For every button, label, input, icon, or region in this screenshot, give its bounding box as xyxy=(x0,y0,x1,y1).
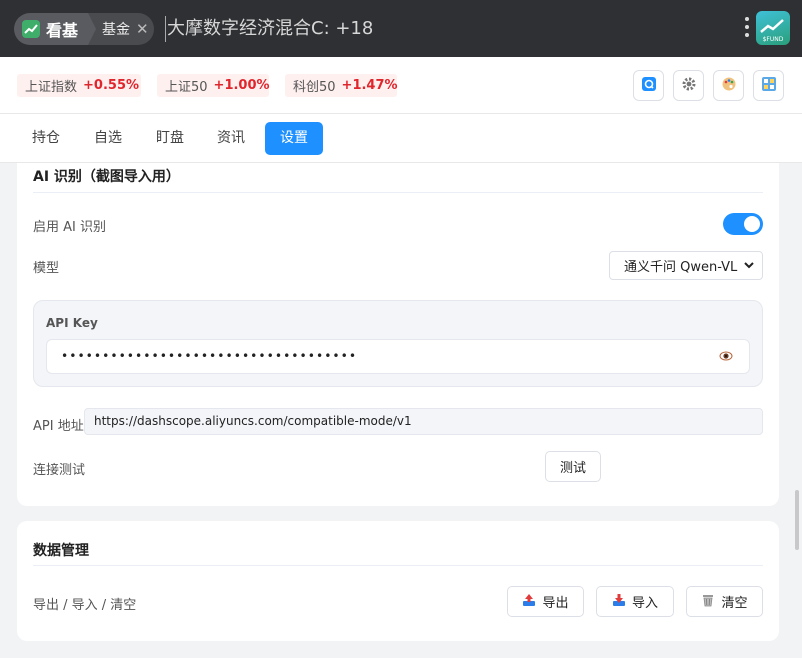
app-tab-label: 看基 xyxy=(46,21,79,40)
tab-settings[interactable]: 设置 xyxy=(265,122,323,155)
more-icon[interactable] xyxy=(744,17,750,37)
chart-icon xyxy=(22,20,40,38)
window-title: 大摩数字经济混合C: +18 xyxy=(165,16,373,42)
model-label: 模型 xyxy=(33,261,60,276)
test-label: 连接测试 xyxy=(33,463,86,478)
tab-holdings[interactable]: 持仓 xyxy=(20,122,72,155)
sub-tab[interactable]: 基金 ✕ xyxy=(88,19,149,39)
index-change: +1.47% xyxy=(341,78,398,93)
refresh-icon xyxy=(641,76,657,96)
index-name: 科创50 xyxy=(293,80,336,95)
api-key-value: •••••••••••••••••••••••••••••••••••• xyxy=(61,349,358,363)
export-label: 导出 xyxy=(542,596,569,611)
ai-enable-label: 启用 AI 识别 xyxy=(33,220,106,235)
divider xyxy=(33,565,763,566)
chevron-down-icon xyxy=(742,258,756,276)
layout-button[interactable] xyxy=(753,70,784,101)
eye-icon[interactable] xyxy=(719,350,733,365)
close-icon[interactable]: ✕ xyxy=(136,20,149,38)
ai-enable-toggle[interactable] xyxy=(723,213,763,235)
api-url-input[interactable]: https://dashscope.aliyuncs.com/compatibl… xyxy=(84,408,763,435)
api-key-title: API Key xyxy=(46,316,98,330)
index-change: +1.00% xyxy=(213,78,270,93)
model-select-value: 通义千问 Qwen-VL xyxy=(624,260,738,275)
index-item[interactable]: 上证指数 +0.55% xyxy=(17,74,141,97)
gear-icon xyxy=(681,76,697,96)
index-name: 上证指数 xyxy=(25,80,78,95)
api-url-label: API 地址 xyxy=(33,419,84,434)
index-item[interactable]: 上证50 +1.00% xyxy=(157,74,270,97)
api-key-input[interactable]: •••••••••••••••••••••••••••••••••••• xyxy=(46,339,750,374)
divider xyxy=(33,192,763,193)
logo-text: $FUND xyxy=(762,36,784,43)
palette-icon xyxy=(721,76,737,96)
tab-news[interactable]: 资讯 xyxy=(205,122,257,155)
layout-icon xyxy=(761,76,777,96)
test-button[interactable]: 测试 xyxy=(545,451,601,482)
import-button[interactable]: 导入 xyxy=(596,586,674,617)
index-change: +0.55% xyxy=(83,78,140,93)
export-button[interactable]: 导出 xyxy=(507,586,584,617)
trash-icon xyxy=(701,593,715,611)
import-label: 导入 xyxy=(631,596,658,611)
index-name: 上证50 xyxy=(165,80,208,95)
scrollbar[interactable] xyxy=(795,490,799,550)
refresh-button[interactable] xyxy=(633,70,664,101)
data-management-card: 数据管理 导出 / 导入 / 清空 导出 导入 清空 xyxy=(17,521,779,641)
theme-button[interactable] xyxy=(713,70,744,101)
app-tab[interactable]: 看基 xyxy=(14,13,97,45)
tab-monitor[interactable]: 盯盘 xyxy=(144,122,196,155)
ai-settings-card: AI 识别（截图导入用） 启用 AI 识别 模型 通义千问 Qwen-VL AP… xyxy=(17,163,779,506)
clear-label: 清空 xyxy=(721,596,748,611)
export-icon xyxy=(522,593,536,611)
import-icon xyxy=(612,593,626,611)
clear-button[interactable]: 清空 xyxy=(686,586,763,617)
data-row-label: 导出 / 导入 / 清空 xyxy=(33,598,137,613)
app-logo: $FUND xyxy=(756,11,790,45)
title-bar: 看基 基金 ✕ 大摩数字经济混合C: +18 $FUND xyxy=(0,0,802,57)
nav-tabs: 持仓 自选 盯盘 资讯 设置 xyxy=(0,114,802,163)
index-bar: 上证指数 +0.55% 上证50 +1.00% 科创50 +1.47% xyxy=(0,57,802,114)
tab-group: 看基 基金 ✕ xyxy=(14,13,154,45)
index-item[interactable]: 科创50 +1.47% xyxy=(285,74,398,97)
sub-tab-label: 基金 xyxy=(102,22,131,38)
tab-watchlist[interactable]: 自选 xyxy=(82,122,134,155)
model-select[interactable]: 通义千问 Qwen-VL xyxy=(609,251,763,280)
api-key-box: API Key ••••••••••••••••••••••••••••••••… xyxy=(33,300,763,387)
settings-button[interactable] xyxy=(673,70,704,101)
ai-section-title: AI 识别（截图导入用） xyxy=(33,169,180,185)
data-section-title: 数据管理 xyxy=(33,543,89,559)
